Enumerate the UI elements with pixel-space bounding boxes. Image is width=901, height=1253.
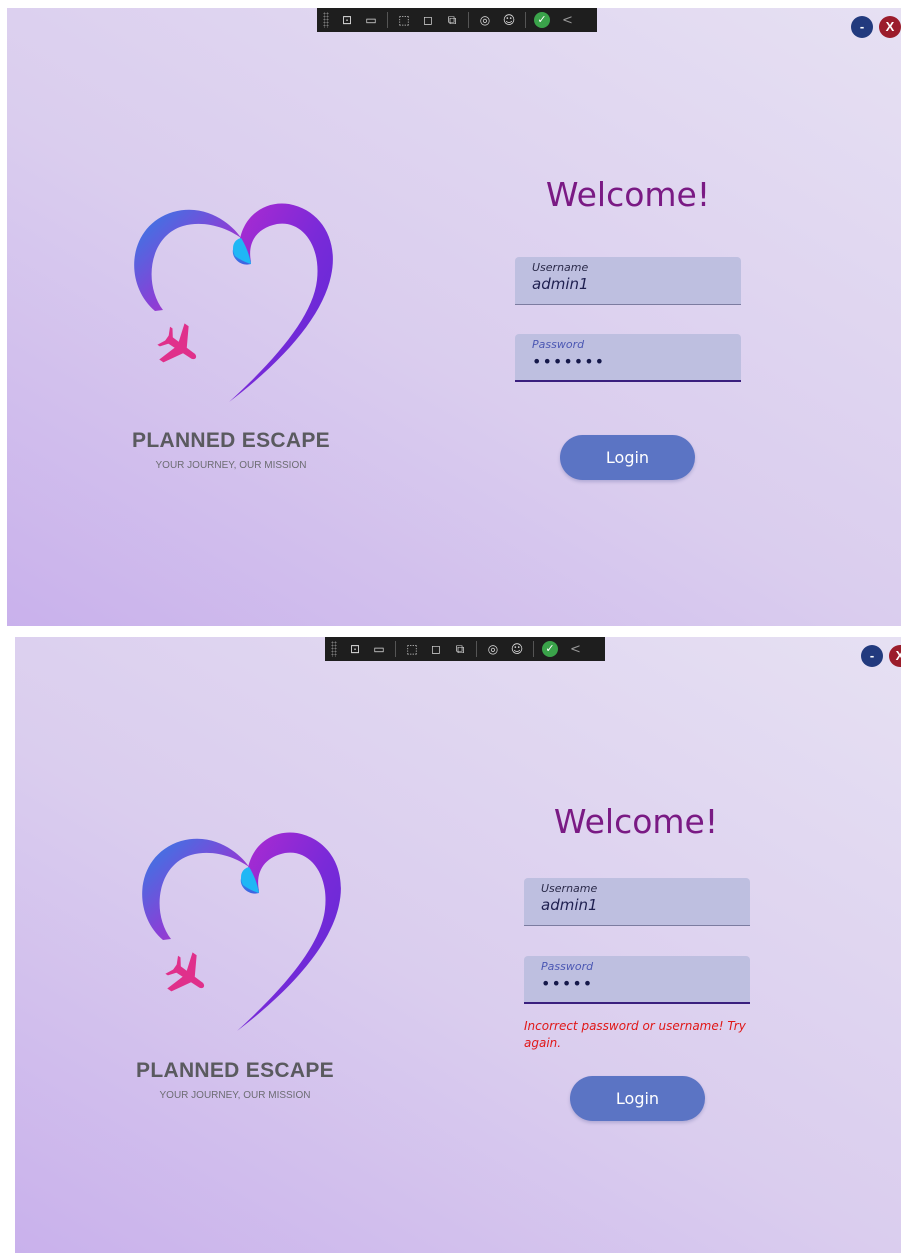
toolbar-divider	[468, 12, 469, 28]
username-label: Username	[541, 882, 598, 895]
toolbar-grip-icon[interactable]	[331, 641, 337, 657]
close-button[interactable]: X	[889, 645, 901, 667]
login-screen-initial: ⊡ ▭ ⬚ ◻ ⧉ ◎ ☺ ✓ < - X PLANNED ESCAPE YOU…	[7, 8, 901, 626]
toolbar-divider	[387, 12, 388, 28]
live-visual-tree-icon[interactable]: ⊡	[346, 640, 364, 658]
debug-toolbar: ⊡ ▭ ⬚ ◻ ⧉ ◎ ☺ ✓ <	[325, 637, 605, 661]
minimize-button[interactable]: -	[851, 16, 873, 38]
live-visual-tree-icon[interactable]: ⊡	[338, 11, 356, 29]
login-button[interactable]: Login	[560, 435, 695, 480]
binding-failures-icon[interactable]: ◎	[476, 11, 494, 29]
video-icon[interactable]: ▭	[362, 11, 380, 29]
collapse-toolbar-icon[interactable]: <	[562, 13, 573, 28]
accessibility-icon[interactable]: ☺	[500, 11, 518, 29]
brand-tagline: YOUR JOURNEY, OUR MISSION	[155, 460, 307, 471]
brand-title: PLANNED ESCAPE	[136, 1059, 334, 1082]
hot-reload-ok-icon[interactable]: ✓	[534, 12, 550, 28]
minimize-button[interactable]: -	[861, 645, 883, 667]
password-label: Password	[541, 960, 594, 973]
select-element-icon[interactable]: ⬚	[403, 640, 421, 658]
login-button[interactable]: Login	[570, 1076, 705, 1121]
toolbar-divider	[533, 641, 534, 657]
brand-tagline: YOUR JOURNEY, OUR MISSION	[159, 1090, 311, 1101]
toolbar-divider	[395, 641, 396, 657]
username-field[interactable]: Username admin1	[515, 257, 741, 305]
toolbar-divider	[525, 12, 526, 28]
display-layout-adorners-icon[interactable]: ◻	[419, 11, 437, 29]
password-value[interactable]: •••••••	[532, 351, 724, 373]
close-button[interactable]: X	[879, 16, 901, 38]
heart-plane-logo	[134, 203, 333, 402]
brand-title: PLANNED ESCAPE	[132, 429, 330, 452]
display-layout-adorners-icon[interactable]: ◻	[427, 640, 445, 658]
select-element-icon[interactable]: ⬚	[395, 11, 413, 29]
accessibility-icon[interactable]: ☺	[508, 640, 526, 658]
username-value[interactable]: admin1	[541, 895, 733, 915]
login-error-message: Incorrect password or username! Try agai…	[524, 1019, 746, 1050]
username-field[interactable]: Username admin1	[524, 878, 750, 926]
password-field[interactable]: Password •••••••	[515, 334, 741, 382]
username-value[interactable]: admin1	[532, 274, 724, 294]
video-icon[interactable]: ▭	[370, 640, 388, 658]
password-field[interactable]: Password •••••	[524, 956, 750, 1004]
hot-reload-ok-icon[interactable]: ✓	[542, 641, 558, 657]
welcome-heading: Welcome!	[545, 175, 711, 214]
toolbar-grip-icon[interactable]	[323, 12, 329, 28]
login-screen-error: ⊡ ▭ ⬚ ◻ ⧉ ◎ ☺ ✓ < - X PLANNED ESCAPE YOU…	[15, 637, 901, 1253]
track-focus-icon[interactable]: ⧉	[451, 640, 469, 658]
password-label: Password	[532, 338, 585, 351]
track-focus-icon[interactable]: ⧉	[443, 11, 461, 29]
collapse-toolbar-icon[interactable]: <	[570, 642, 581, 657]
heart-plane-logo	[142, 832, 341, 1031]
debug-toolbar: ⊡ ▭ ⬚ ◻ ⧉ ◎ ☺ ✓ <	[317, 8, 597, 32]
username-label: Username	[532, 261, 589, 274]
password-value[interactable]: •••••	[541, 973, 733, 995]
welcome-heading: Welcome!	[553, 802, 719, 841]
toolbar-divider	[476, 641, 477, 657]
binding-failures-icon[interactable]: ◎	[484, 640, 502, 658]
